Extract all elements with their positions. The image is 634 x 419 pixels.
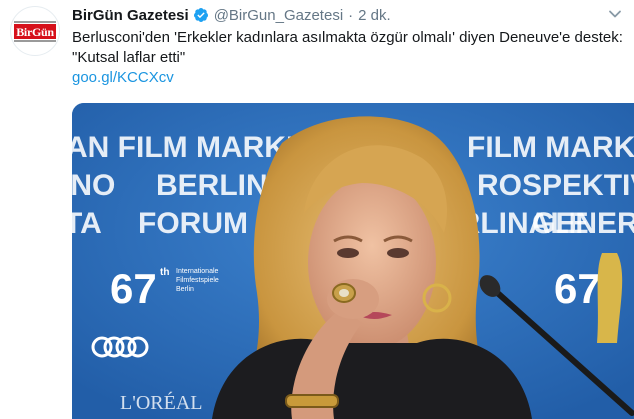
avatar-line-bottom xyxy=(14,40,56,42)
backdrop-row-3-b: FORUM xyxy=(138,207,248,240)
right-eye xyxy=(387,248,409,258)
bracelet xyxy=(285,394,339,408)
backdrop-row-2-c: ROSPEKTIVE xyxy=(477,169,634,202)
badge-sup-left: th xyxy=(160,267,169,278)
tweet[interactable]: BirGün BirGün Gazetesi @BirGun_Gazetesi … xyxy=(0,0,634,419)
author-handle[interactable]: @BirGun_Gazetesi xyxy=(214,7,343,24)
tweet-text: Berlusconi'den 'Erkekler kadınlara asılm… xyxy=(72,28,628,88)
tweet-header: BirGün Gazetesi @BirGun_Gazetesi · 2 dk. xyxy=(72,4,391,26)
badge-number-right: 67 xyxy=(554,265,601,312)
chevron-down-icon[interactable] xyxy=(608,7,622,21)
backdrop-row-2-a: INO xyxy=(72,169,115,202)
badge-caption-3: Berlin xyxy=(176,286,194,293)
sponsor-logo: L'ORÉAL xyxy=(120,391,202,414)
tweet-text-line-1: Berlusconi'den 'Erkekler kadınlara asılm… xyxy=(72,29,623,46)
backdrop-row-1-b: FILM MARKET xyxy=(467,131,634,164)
avatar-line-top xyxy=(14,21,56,23)
backdrop-row-3-a: TA xyxy=(72,207,102,240)
tweet-timestamp[interactable]: 2 dk. xyxy=(358,7,391,24)
left-eye xyxy=(337,248,359,258)
tweet-photo[interactable]: AN FILM MARKET FILM MARKET INO BERLINALE… xyxy=(72,103,634,419)
author-name[interactable]: BirGün Gazetesi xyxy=(72,7,189,24)
photo-illustration: AN FILM MARKET FILM MARKET INO BERLINALE… xyxy=(72,103,634,419)
separator-dot: · xyxy=(348,6,354,24)
verified-badge-icon xyxy=(193,7,209,23)
black-top xyxy=(212,338,532,419)
badge-number-left: 67 xyxy=(110,265,157,312)
avatar-logo-text: BirGün xyxy=(16,24,54,39)
badge-caption-1: Internationale xyxy=(176,268,219,275)
avatar-logo: BirGün xyxy=(14,24,56,39)
tweet-text-line-2: "Kutsal laflar etti" xyxy=(72,49,186,66)
backdrop-row-3-d: GENERATI xyxy=(532,207,634,240)
badge-caption-2: Filmfestspiele xyxy=(176,277,219,284)
tweet-link[interactable]: goo.gl/KCCXcv xyxy=(72,69,174,86)
avatar[interactable]: BirGün xyxy=(10,6,60,56)
